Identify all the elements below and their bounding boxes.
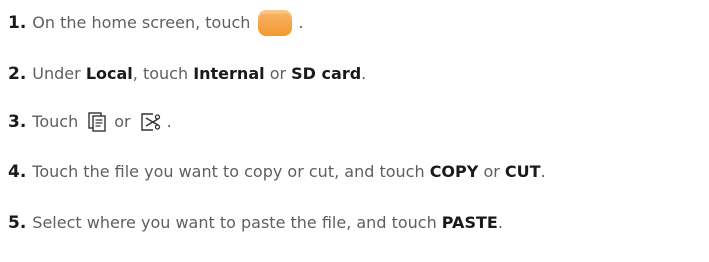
step-text: , touch <box>132 64 189 83</box>
step-number: 5. <box>8 213 27 233</box>
step-text: or <box>483 162 500 181</box>
step-text: . <box>540 162 546 181</box>
step-number: 1. <box>8 13 27 33</box>
step-text: or <box>269 64 287 83</box>
ui-term-internal: Internal <box>193 64 265 83</box>
step-4: 4. Touch the file you want to copy or cu… <box>8 158 546 186</box>
step-text: . <box>497 213 503 232</box>
ui-term-paste: PASTE <box>441 213 498 232</box>
step-3: 3. Touch or . <box>8 108 172 136</box>
ui-term-cut: CUT <box>504 162 541 181</box>
copy-icon <box>86 111 108 133</box>
step-text: Touch <box>32 112 79 131</box>
step-text: Under <box>32 64 81 83</box>
step-number: 2. <box>8 64 27 84</box>
step-text: or <box>114 112 131 131</box>
step-number: 4. <box>8 162 27 182</box>
ui-term-sd-card: SD card <box>291 64 362 83</box>
step-1: 1. On the home screen, touch . <box>8 9 304 37</box>
step-2: 2. Under Local, touch Internal or SD car… <box>8 60 366 88</box>
step-number: 3. <box>8 112 27 132</box>
instruction-document: 1. On the home screen, touch . 2. Under … <box>0 0 709 262</box>
step-text: . <box>166 112 172 131</box>
files-app-icon <box>258 10 293 36</box>
ui-term-copy: COPY <box>429 162 479 181</box>
cut-icon <box>139 111 161 133</box>
ui-term-local: Local <box>85 64 133 83</box>
step-5: 5. Select where you want to paste the fi… <box>8 209 503 237</box>
step-text: Touch the file you want to copy or cut, … <box>32 162 425 181</box>
step-text: . <box>361 64 367 83</box>
step-text: On the home screen, touch <box>32 13 251 32</box>
step-text: Select where you want to paste the file,… <box>32 213 437 232</box>
step-text: . <box>298 13 304 32</box>
